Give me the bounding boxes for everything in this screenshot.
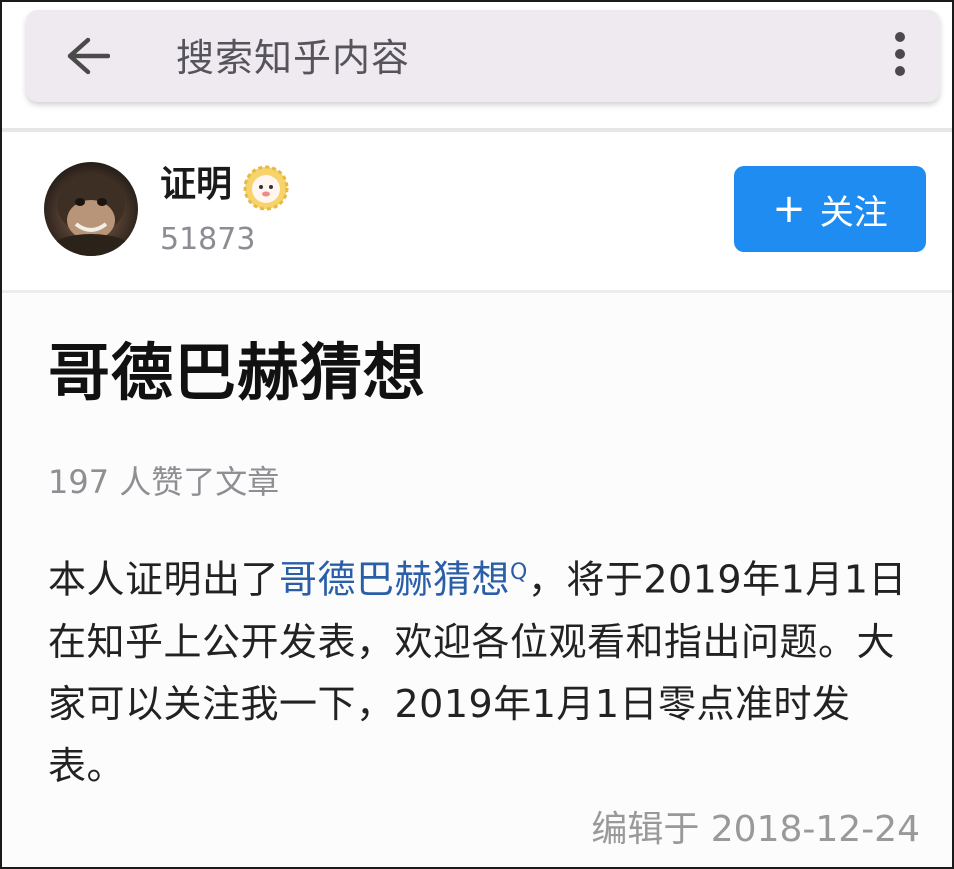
article-title: 哥德巴赫猜想 bbox=[48, 336, 427, 409]
author-follower-count: 51873 bbox=[160, 222, 256, 257]
app-frame: 搜索知乎内容 证明 51873 + 关注 哥德巴赫猜想 197 人赞了文章 本人… bbox=[0, 0, 954, 869]
topic-link[interactable]: 哥德巴赫猜想 bbox=[279, 558, 510, 602]
follow-label: 关注 bbox=[819, 192, 888, 233]
avatar[interactable] bbox=[44, 162, 138, 256]
article-body: 本人证明出了哥德巴赫猜想Q，将于2019年1月1日在知乎上公开发表，欢迎各位观看… bbox=[48, 542, 920, 797]
author-name[interactable]: 证明 bbox=[160, 164, 232, 206]
plus-icon: + bbox=[772, 186, 806, 232]
emoji-badge-icon bbox=[243, 165, 289, 211]
search-bar[interactable]: 搜索知乎内容 bbox=[26, 10, 940, 102]
search-link-icon[interactable]: Q bbox=[510, 560, 528, 585]
likes-count[interactable]: 197 人赞了文章 bbox=[48, 462, 279, 502]
arrow-left-icon[interactable] bbox=[66, 36, 110, 76]
body-text-part1: 本人证明出了 bbox=[48, 557, 280, 602]
top-bar: 搜索知乎内容 bbox=[2, 2, 952, 130]
follow-button[interactable]: + 关注 bbox=[734, 166, 926, 252]
edit-timestamp: 编辑于 2018-12-24 bbox=[591, 809, 920, 850]
divider bbox=[2, 290, 952, 293]
author-row: 证明 51873 + 关注 bbox=[2, 132, 952, 290]
more-vertical-icon[interactable] bbox=[894, 32, 906, 82]
search-input[interactable]: 搜索知乎内容 bbox=[176, 36, 410, 80]
